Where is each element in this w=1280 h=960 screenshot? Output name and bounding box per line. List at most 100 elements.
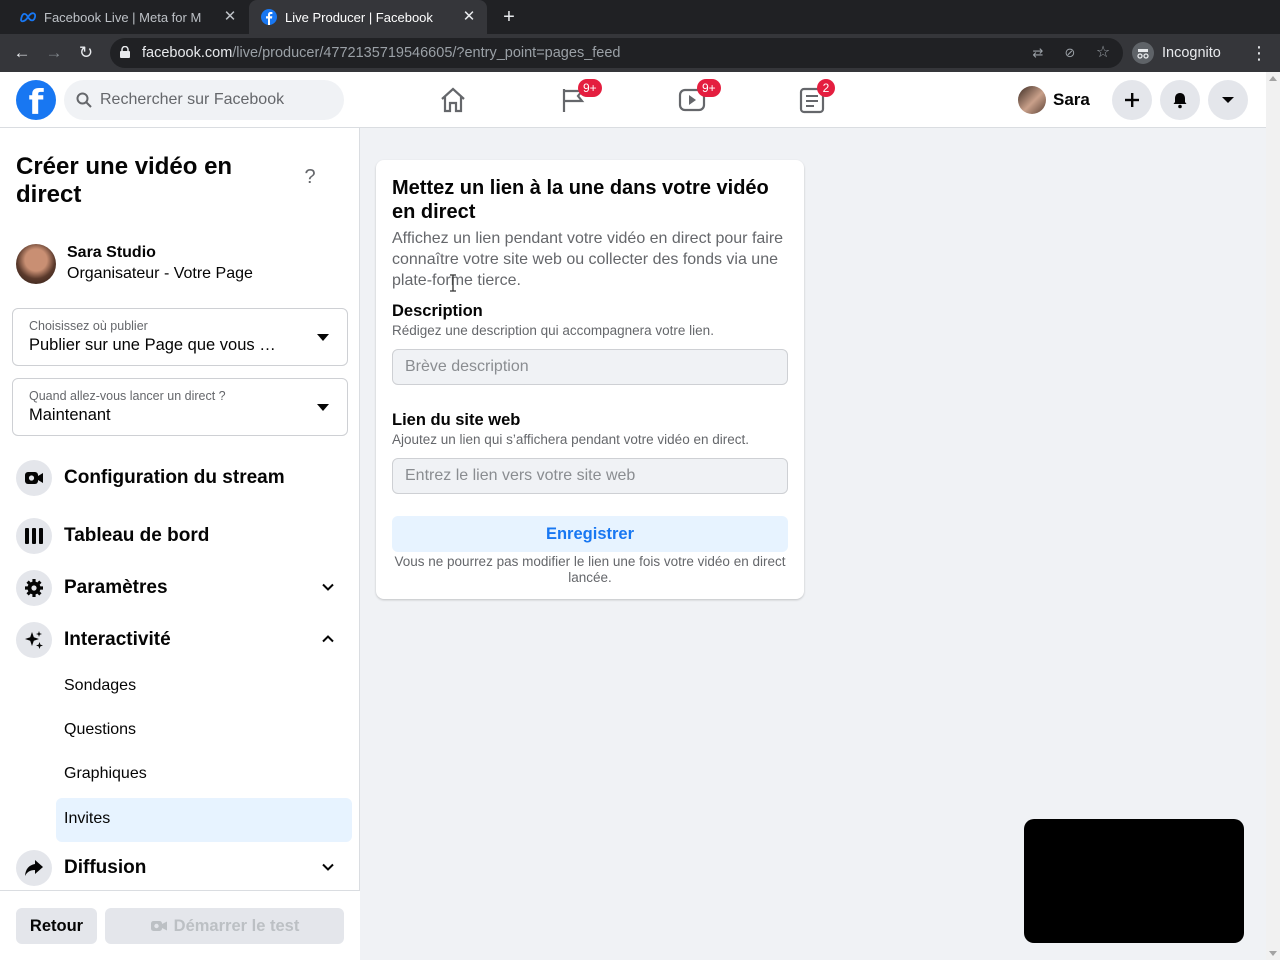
sparkle-icon [16,622,52,658]
stream-preview[interactable] [1024,819,1244,943]
search-input[interactable]: Rechercher sur Facebook [100,91,284,109]
live-producer-sidebar: Créer une vidéo en direct ? Sara Studio … [0,128,360,960]
help-icon[interactable]: ? [300,166,320,190]
submenu-item-label: Invites [64,810,111,827]
dashboard-columns-icon [16,518,52,554]
forward-arrow-icon[interactable]: → [42,41,66,65]
caret-down-icon [317,404,329,411]
watch-notification-badge: 9+ [697,79,721,97]
facebook-logo-icon[interactable]: f [16,80,56,120]
select-label: Choisissez où publier [29,319,148,333]
chevron-down-icon [322,583,334,591]
close-icon[interactable]: ✕ [461,9,477,25]
profile-name: Sara [1053,90,1090,109]
submenu-item-label: Sondages [64,677,137,694]
scroll-down-icon[interactable] [1269,951,1277,956]
avatar [1018,86,1046,114]
card-note: Vous ne pourrez pas modifier le lien une… [394,554,786,585]
description-label: Description [392,302,483,320]
menu-item-label: Paramètres [64,577,168,598]
text-cursor-icon [450,274,456,292]
caret-down-icon [317,334,329,341]
pages-notification-badge: 9+ [578,79,602,97]
start-test-button[interactable]: Démarrer le test [105,908,344,944]
search-icon [76,92,92,108]
tab-title: Live Producer | Facebook [285,9,433,25]
chevron-down-icon [322,863,334,871]
news-notification-badge: 2 [817,79,835,97]
incognito-icon [1132,42,1154,64]
star-icon[interactable]: ☆ [1094,44,1112,62]
description-input[interactable]: Brève description [392,349,788,385]
select-label: Quand allez-vous lancer un direct ? [29,389,226,403]
back-arrow-icon[interactable]: ← [10,41,34,65]
publish-location-select[interactable]: Choisissez où publier Publier sur une Pa… [12,308,348,366]
profile-shortcut[interactable]: Sara [1018,85,1090,115]
description-help: Rédigez une description qui accompagnera… [392,323,714,338]
page-title: Créer une vidéo en direct [16,153,233,208]
menu-item-settings[interactable]: Paramètres [8,564,352,612]
browser-tab-bar: Facebook Live | Meta for M ✕ Live Produc… [0,0,1280,34]
url-text: facebook.com/live/producer/4772135719546… [142,45,621,61]
menu-item-stream-setup[interactable]: Configuration du stream [8,454,352,502]
menu-item-distribution[interactable]: Diffusion [8,844,352,892]
menu-item-label: Tableau de bord [64,525,210,546]
tab-title: Facebook Live | Meta for M [44,9,202,25]
browser-toolbar: ← → ↻ facebook.com/live/producer/4772135… [0,34,1280,72]
facebook-header: f Rechercher sur Facebook 9+ 9+ 2 Sara [0,72,1266,128]
caret-down-icon [1222,97,1234,103]
submenu-item-polls[interactable]: Sondages [56,665,352,709]
featured-link-card: Mettez un lien à la une dans votre vidéo… [376,160,804,599]
back-button[interactable]: Retour [16,908,97,944]
menu-item-interactivity[interactable]: Interactivité [8,616,352,664]
submenu-item-label: Graphiques [64,765,147,782]
owner-name: Sara Studio [67,244,156,261]
meta-icon [20,9,36,25]
translate-icon[interactable]: ⇄ [1029,44,1047,62]
address-bar[interactable]: facebook.com/live/producer/4772135719546… [110,38,1123,68]
gear-icon [16,570,52,606]
website-link-help: Ajoutez un lien qui s’affichera pendant … [392,432,749,447]
bell-icon [1173,93,1187,109]
page-scrollbar[interactable] [1266,72,1280,960]
account-menu-button[interactable] [1208,80,1248,120]
incognito-indicator[interactable]: Incognito [1132,39,1221,67]
select-value: Publier sur une Page que vous … [29,336,276,354]
menu-item-label: Interactivité [64,629,171,650]
avatar [16,244,56,284]
messenger-button[interactable] [1160,80,1200,120]
eye-off-icon[interactable]: ⊘ [1061,44,1079,62]
close-icon[interactable]: ✕ [222,9,238,25]
home-icon[interactable] [438,85,468,115]
owner-role: Organisateur - Votre Page [67,265,253,282]
start-test-label: Démarrer le test [173,916,300,935]
incognito-label: Incognito [1162,45,1221,61]
menu-item-label: Configuration du stream [64,467,285,488]
reload-icon[interactable]: ↻ [74,41,98,65]
browser-tab-live-producer[interactable]: Live Producer | Facebook ✕ [249,0,487,34]
video-camera-icon [150,921,167,931]
plus-icon [1125,93,1139,107]
menu-item-label: Diffusion [64,857,147,878]
schedule-select[interactable]: Quand allez-vous lancer un direct ? Main… [12,378,348,436]
menu-item-dashboard[interactable]: Tableau de bord [8,512,352,560]
browser-tab-meta[interactable]: Facebook Live | Meta for M ✕ [8,0,248,34]
submenu-item-graphics[interactable]: Graphiques [56,753,352,797]
submenu-item-questions[interactable]: Questions [56,709,352,753]
submenu-item-invites[interactable]: Invites [56,798,352,842]
new-tab-icon[interactable]: + [499,6,519,28]
select-value: Maintenant [29,406,111,424]
website-link-label: Lien du site web [392,411,521,429]
facebook-search[interactable]: Rechercher sur Facebook [64,80,344,120]
save-button[interactable]: Enregistrer [392,516,788,552]
facebook-icon [261,9,277,25]
browser-menu-icon[interactable]: ⋮ [1250,41,1268,65]
share-arrow-icon [16,850,52,886]
lock-icon [120,46,130,58]
scroll-up-icon[interactable] [1269,76,1277,81]
create-button[interactable] [1112,80,1152,120]
website-link-input[interactable]: Entrez le lien vers votre site web [392,458,788,494]
card-title: Mettez un lien à la une dans votre vidéo… [392,177,769,223]
chevron-up-icon [322,635,334,643]
submenu-item-label: Questions [64,721,137,738]
